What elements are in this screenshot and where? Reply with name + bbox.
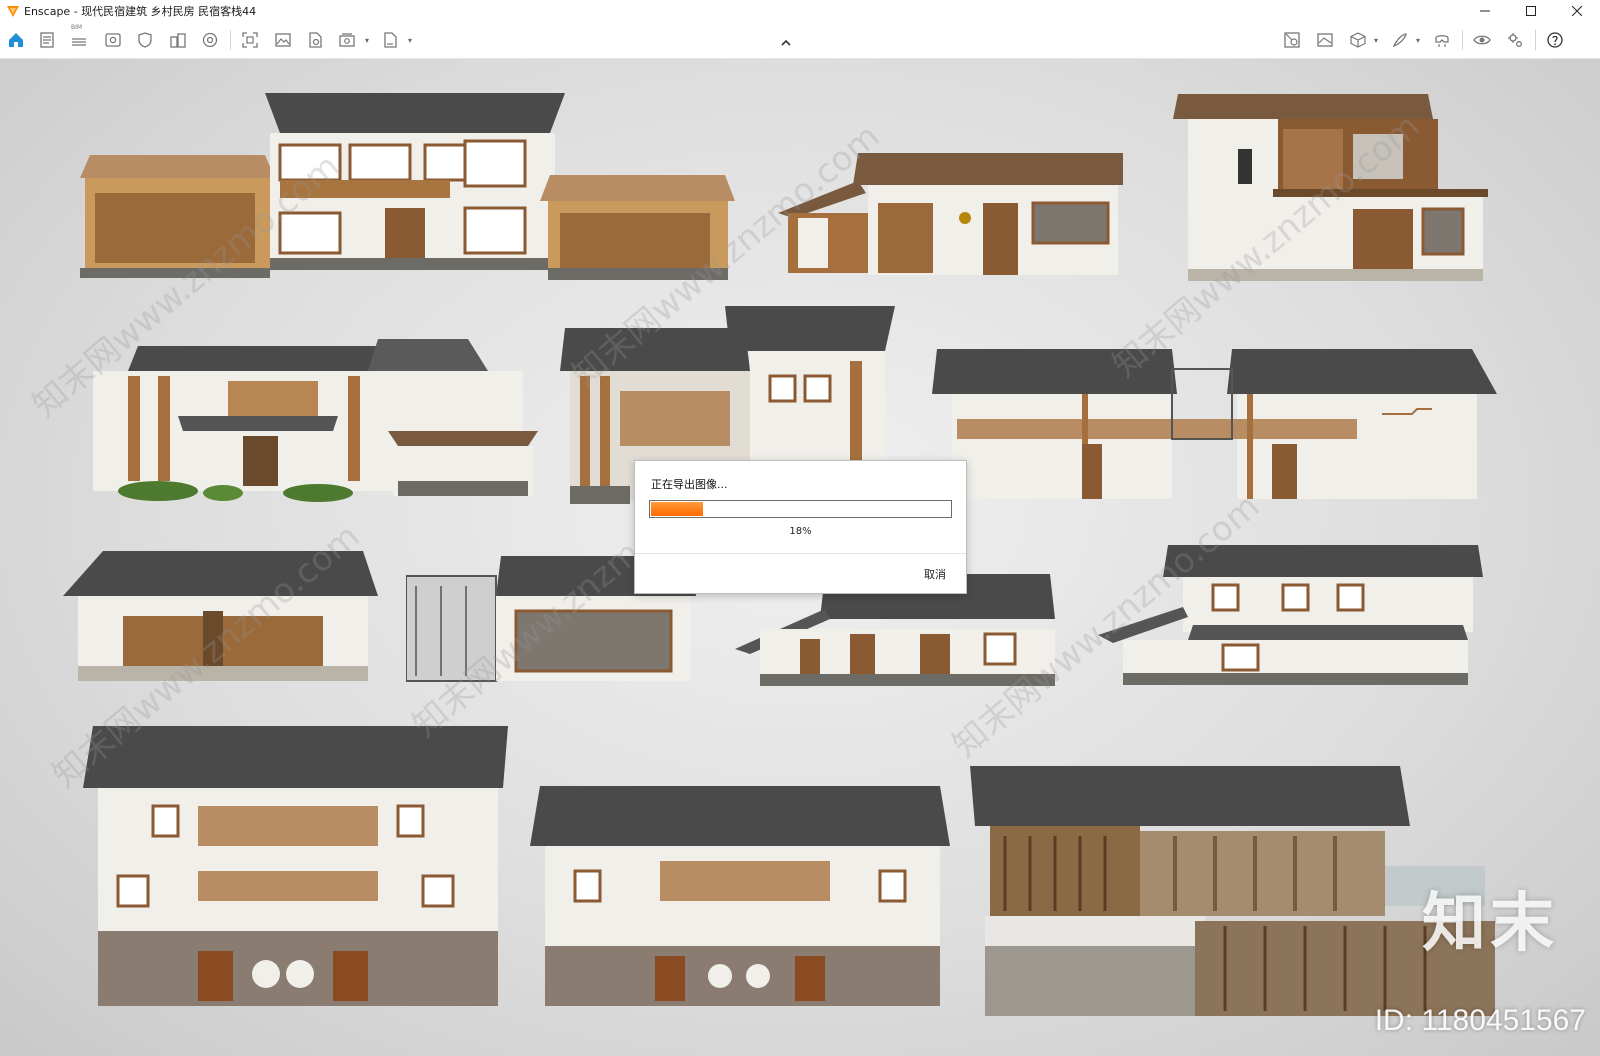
export-exe-button[interactable] [380,30,400,50]
asset-library-icon [1284,32,1300,48]
help-button[interactable] [1545,30,1565,50]
brush-button[interactable] [1390,30,1410,50]
asset-id: ID: 1180451567 [1374,1004,1586,1037]
toolbar-separator [1462,30,1463,50]
file-button[interactable] [305,30,325,50]
toolbar: BIM ▾ ▾ ▾ ▾ [0,22,1600,59]
close-icon [1572,6,1582,16]
bim-label: BIM [71,24,83,31]
chevron-down-icon[interactable]: ▾ [365,36,369,45]
minimize-button[interactable] [1462,0,1508,22]
buildings-button[interactable] [168,30,188,50]
settings-icon [1508,33,1522,47]
title-separator: - [70,4,82,18]
maximize-button[interactable] [1508,0,1554,22]
file-title: 现代民宿建筑 乡村民房 民宿客栈44 [81,5,257,18]
image-button[interactable] [273,30,293,50]
visual-settings-icon [1317,33,1333,47]
buildings-icon [170,33,186,48]
view-icon [105,33,121,47]
chevron-down-icon[interactable]: ▾ [408,36,412,45]
chevron-up-icon [781,39,791,46]
home-button[interactable] [6,30,26,50]
file-icon [309,32,322,48]
progress-percent: 18% [789,526,812,537]
close-button[interactable] [1554,0,1600,22]
brand-watermark: 知末 [1422,887,1558,961]
document-icon [40,32,54,48]
asset-library-button[interactable] [1282,30,1302,50]
shield-button[interactable] [135,30,155,50]
vr-headset-icon [1435,35,1449,47]
sphere-icon [202,32,218,48]
cancel-button[interactable]: 取消 [924,566,946,582]
eye-button[interactable] [1472,30,1492,50]
building-render [530,786,950,1006]
minimize-icon [1480,10,1490,12]
dialog-title: 正在导出图像... [651,478,728,491]
export-progress-dialog: 正在导出图像... 18% 取消 [634,460,967,594]
batch-render-button[interactable] [337,30,357,50]
app-name: Enscape [24,4,71,18]
building-render [1098,545,1483,685]
screenshot-icon [242,32,258,48]
batch-render-icon [339,33,355,47]
visual-settings-button[interactable] [1315,30,1335,50]
brush-icon [1392,33,1407,48]
window-controls [1462,0,1600,22]
collapse-toolbar-button[interactable] [776,32,796,52]
chevron-down-icon[interactable]: ▾ [1374,36,1378,45]
help-icon [1547,32,1563,48]
enscape-logo-icon [7,6,19,17]
document-button[interactable] [37,30,57,50]
cube-button[interactable] [1348,30,1368,50]
shield-icon [138,32,152,48]
toolbar-separator [230,30,231,50]
building-render [1173,94,1488,281]
title-bar: Enscape - 现代民宿建筑 乡村民房 民宿客栈44 [0,0,1600,22]
view-button[interactable] [103,30,123,50]
export-progress-bar [649,500,952,518]
progress-fill [651,502,704,516]
bim-icon [72,38,86,46]
settings-button[interactable] [1505,30,1525,50]
building-render [93,339,538,502]
building-render [80,93,735,280]
image-icon [275,33,291,47]
maximize-icon [1526,6,1536,16]
building-render [932,349,1497,499]
dialog-divider [635,553,966,554]
toolbar-separator [1535,30,1536,50]
eye-icon [1473,35,1491,45]
building-render [63,551,378,681]
home-icon [9,33,23,47]
chevron-down-icon[interactable]: ▾ [1416,36,1420,45]
vr-headset-button[interactable] [1432,30,1452,50]
bim-button[interactable]: BIM [69,24,89,50]
building-render [778,153,1123,275]
building-render [83,726,508,1006]
sphere-button[interactable] [200,30,220,50]
screenshot-button[interactable] [240,30,260,50]
cube-icon [1350,32,1366,48]
export-exe-icon [384,32,397,48]
